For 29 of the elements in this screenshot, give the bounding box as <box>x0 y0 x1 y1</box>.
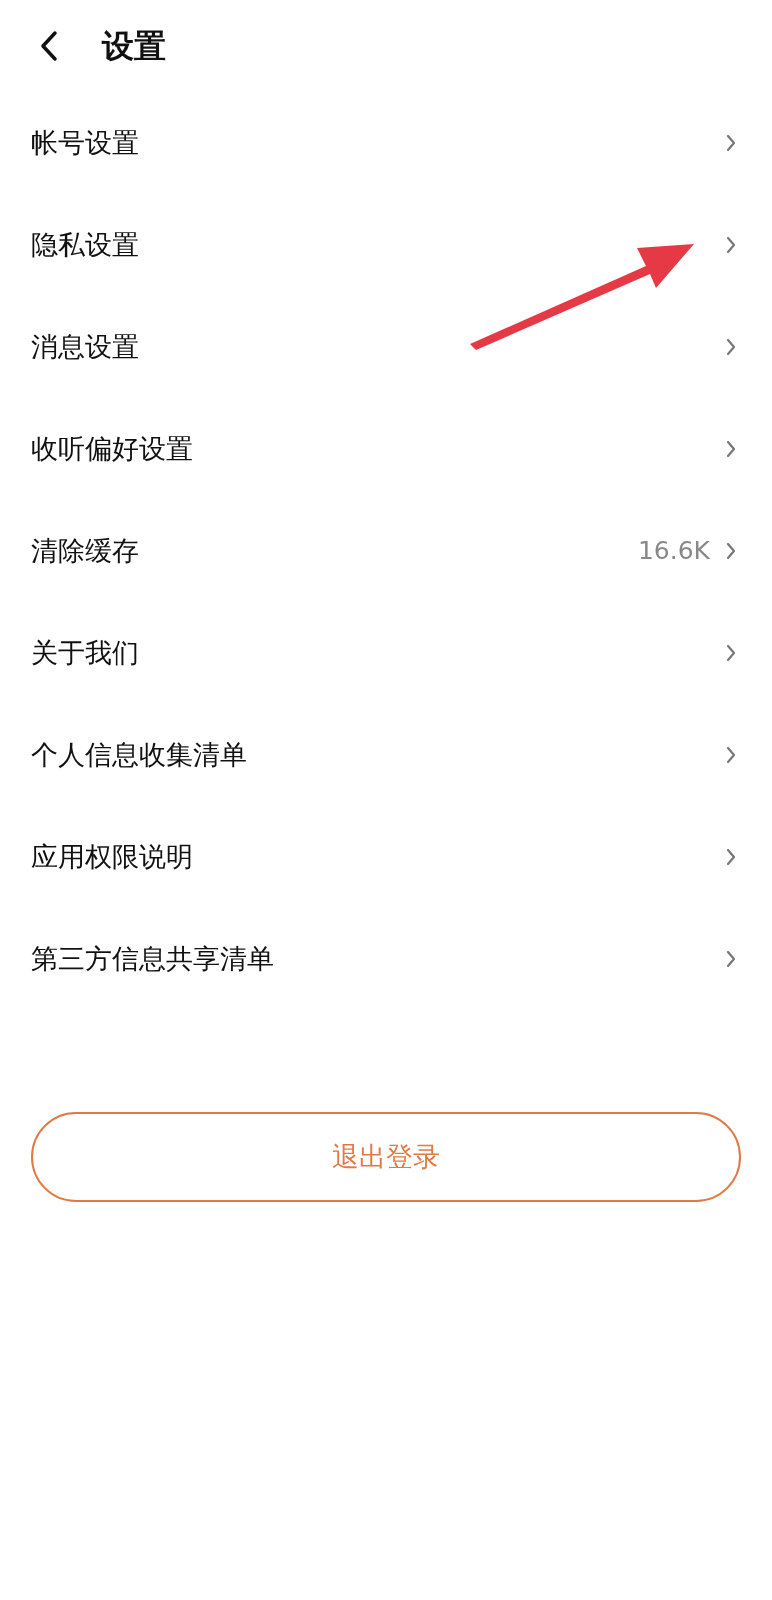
chevron-right-icon <box>726 644 736 662</box>
chevron-right-icon <box>726 440 736 458</box>
chevron-right-icon <box>726 134 736 152</box>
settings-row[interactable]: 关于我们 <box>0 602 772 704</box>
settings-row[interactable]: 应用权限说明 <box>0 806 772 908</box>
chevron-right-icon <box>726 950 736 968</box>
chevron-right-icon <box>726 542 736 560</box>
settings-row[interactable]: 个人信息收集清单 <box>0 704 772 806</box>
row-label: 第三方信息共享清单 <box>31 941 275 976</box>
chevron-right-icon <box>726 236 736 254</box>
chevron-right-icon <box>726 848 736 866</box>
chevron-right-icon <box>726 746 736 764</box>
row-label: 清除缓存 <box>31 533 140 568</box>
row-label: 隐私设置 <box>31 227 140 262</box>
row-label: 应用权限说明 <box>31 839 194 874</box>
row-label: 个人信息收集清单 <box>31 737 248 772</box>
row-value: 16.6K <box>637 535 710 568</box>
settings-row[interactable]: 收听偏好设置 <box>0 398 772 500</box>
settings-row[interactable]: 第三方信息共享清单 <box>0 908 772 1010</box>
settings-row[interactable]: 帐号设置 <box>0 92 772 194</box>
row-label: 关于我们 <box>31 635 140 670</box>
settings-row[interactable]: 清除缓存 16.6K <box>0 500 772 602</box>
row-label: 收听偏好设置 <box>31 431 194 466</box>
row-label: 消息设置 <box>31 329 140 364</box>
settings-row[interactable]: 隐私设置 <box>0 194 772 296</box>
settings-row[interactable]: 消息设置 <box>0 296 772 398</box>
page-title: 设置 <box>102 26 166 67</box>
chevron-right-icon <box>726 338 736 356</box>
row-label: 帐号设置 <box>31 125 140 160</box>
